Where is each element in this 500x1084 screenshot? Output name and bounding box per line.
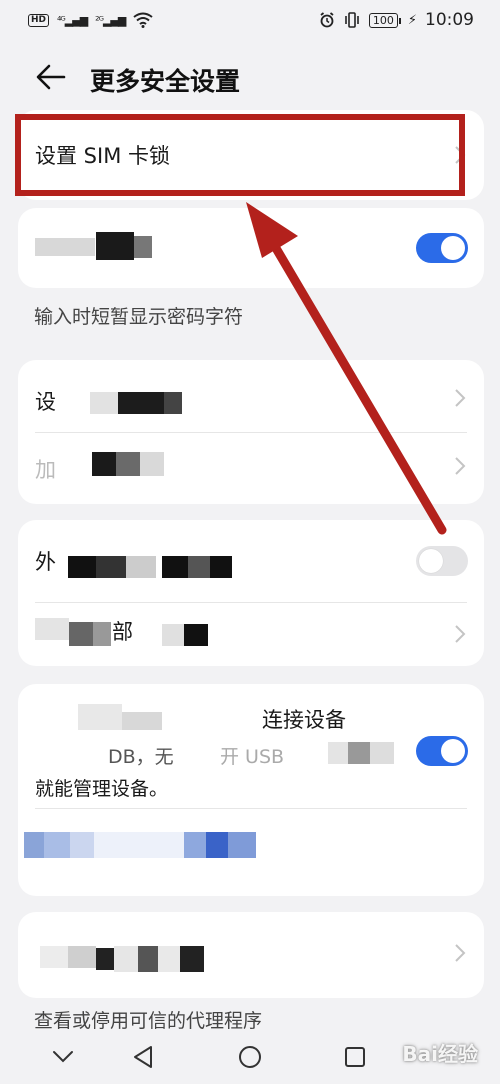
- page-header: 更多安全设置: [0, 56, 500, 100]
- chevron-right-icon: [455, 944, 466, 962]
- card3-row1-label: 外: [35, 550, 56, 574]
- settings-card-5: [18, 912, 484, 998]
- blurred-label: [162, 624, 184, 646]
- blurred-label: [210, 556, 232, 578]
- chevron-right-icon: [455, 457, 466, 475]
- blurred-label: [116, 452, 140, 476]
- blurred-label: [68, 946, 96, 968]
- card4-row2[interactable]: [18, 808, 484, 896]
- blurred-label: [162, 556, 188, 578]
- blurred-label: [138, 946, 158, 972]
- card4-toggle[interactable]: [416, 736, 468, 766]
- blurred-label: [78, 704, 122, 730]
- blurred-label: [184, 624, 208, 646]
- blurred-label: [96, 232, 134, 260]
- blurred-label: [126, 556, 156, 578]
- card4-row1-subtitle: 就能管理设备。: [35, 778, 169, 800]
- signal-4g-icon: ⁴ᴳ▂▄▆: [57, 13, 88, 27]
- wifi-icon: [133, 12, 153, 28]
- blurred-label: [92, 452, 116, 476]
- vibrate-icon: [345, 12, 359, 28]
- blurred-label: [180, 946, 204, 972]
- show-password-card: [18, 208, 484, 288]
- blurred-label: [206, 832, 228, 858]
- blurred-label: [35, 618, 69, 640]
- chevron-right-icon: [455, 625, 466, 643]
- blurred-label: [328, 742, 348, 764]
- card3-toggle[interactable]: [416, 546, 468, 576]
- settings-card-2: 设 加: [18, 360, 484, 504]
- recents-square-icon[interactable]: [344, 1046, 366, 1068]
- page-title: 更多安全设置: [90, 67, 241, 96]
- card2-row1-label: 设: [35, 390, 56, 414]
- chevron-right-icon: [455, 146, 466, 164]
- watermark: Bai经验: [402, 1042, 478, 1066]
- blurred-label: [348, 742, 370, 764]
- card3-row2[interactable]: 部: [18, 602, 484, 666]
- trusted-agents-caption: 查看或停用可信的代理程序: [34, 1010, 263, 1032]
- blurred-label: [134, 236, 152, 258]
- blurred-label: [184, 832, 206, 858]
- blurred-label: [164, 392, 182, 414]
- signal-2g-icon: ²ᴳ▂▄▆: [95, 13, 126, 27]
- blurred-label: [158, 946, 180, 972]
- blurred-label: [122, 712, 162, 730]
- sim-lock-card[interactable]: 设置 SIM 卡锁: [18, 110, 484, 200]
- blurred-label: [96, 556, 126, 578]
- home-circle-icon[interactable]: [238, 1045, 262, 1069]
- blurred-label: [228, 832, 256, 858]
- sim-lock-label: 设置 SIM 卡锁: [35, 144, 170, 168]
- card4-row1-text3: 开 USB: [220, 746, 285, 768]
- status-time: 10:09: [425, 10, 474, 30]
- card2-row2[interactable]: 加: [18, 432, 484, 504]
- card3-row1[interactable]: 外: [18, 520, 484, 600]
- blurred-label: [370, 742, 394, 764]
- card2-row2-label: 加: [35, 458, 56, 482]
- card4-row1-text2: DB，无: [108, 746, 174, 768]
- blurred-label: [114, 946, 138, 972]
- charging-icon: ⚡: [407, 12, 417, 28]
- card5-row1[interactable]: [18, 912, 484, 998]
- blurred-label: [140, 452, 164, 476]
- blurred-label: [69, 622, 93, 646]
- status-left: HD ⁴ᴳ▂▄▆ ²ᴳ▂▄▆: [28, 12, 153, 28]
- blurred-label: [90, 392, 118, 414]
- blurred-label: [94, 832, 184, 858]
- blurred-label: [24, 832, 44, 858]
- card2-row1[interactable]: 设: [18, 360, 484, 432]
- card4-row1-label: 连接设备: [262, 708, 346, 732]
- back-arrow-icon[interactable]: [36, 64, 66, 90]
- settings-card-4: 连接设备 DB，无 开 USB 就能管理设备。: [18, 684, 484, 896]
- card3-row2-label: 部: [112, 620, 133, 644]
- blurred-label: [93, 622, 111, 646]
- hd-icon: HD: [28, 13, 50, 27]
- blurred-label: [96, 948, 114, 970]
- blurred-label: [188, 556, 210, 578]
- status-right: 100 ⚡ 10:09: [319, 10, 474, 30]
- back-triangle-icon[interactable]: [132, 1045, 154, 1069]
- battery-icon: 100: [368, 12, 401, 28]
- status-bar: HD ⁴ᴳ▂▄▆ ²ᴳ▂▄▆ 100 ⚡ 10:09: [0, 0, 500, 40]
- blurred-label: [44, 832, 70, 858]
- blurred-label: [35, 238, 95, 256]
- show-password-row[interactable]: [18, 208, 484, 288]
- show-password-caption: 输入时短暂显示密码字符: [34, 306, 244, 328]
- blurred-label: [118, 392, 164, 414]
- blurred-label: [40, 946, 68, 968]
- card4-row1[interactable]: 连接设备 DB，无 开 USB 就能管理设备。: [18, 684, 484, 808]
- alarm-icon: [320, 12, 334, 28]
- chevron-right-icon: [455, 389, 466, 407]
- blurred-label: [70, 832, 94, 858]
- settings-card-3: 外 部: [18, 520, 484, 666]
- show-password-toggle[interactable]: [416, 233, 468, 263]
- chevron-down-icon[interactable]: [52, 1050, 74, 1064]
- blurred-label: [68, 556, 96, 578]
